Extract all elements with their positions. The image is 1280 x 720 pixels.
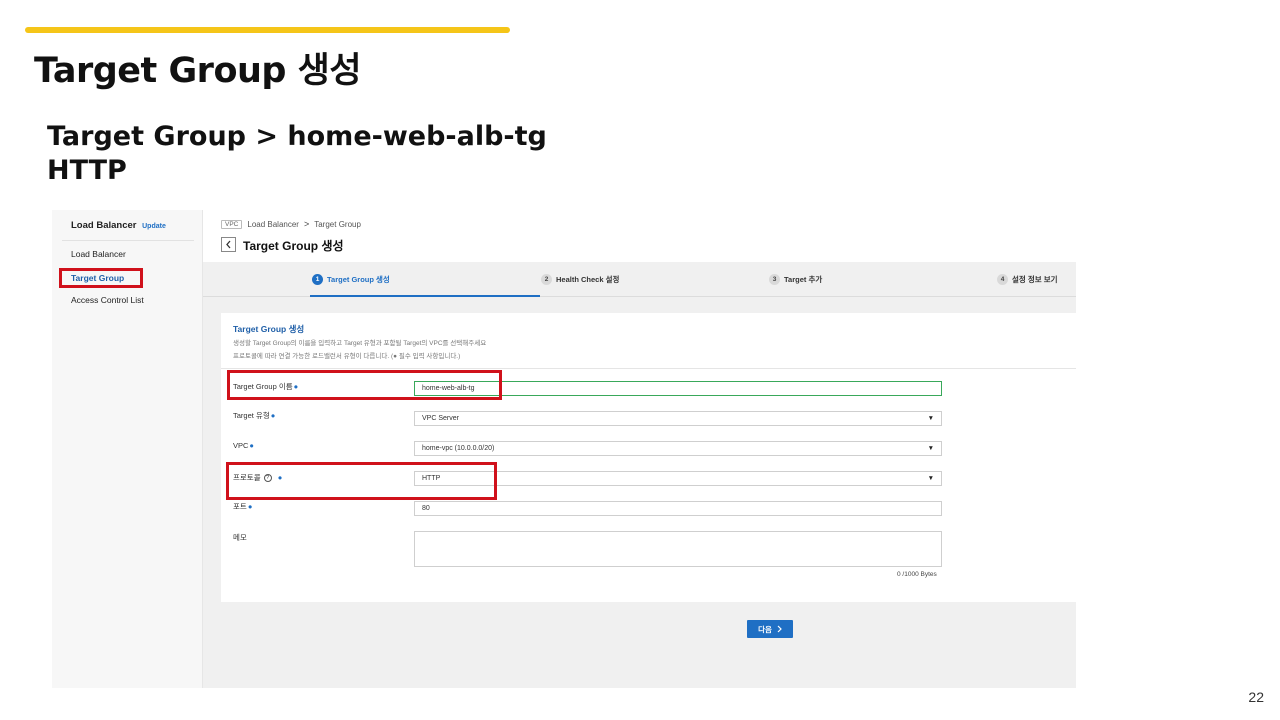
dropdown-caret-icon: ▼	[927, 415, 934, 422]
sidebar-item-load-balancer[interactable]: Load Balancer	[71, 249, 126, 259]
required-icon: ●	[249, 441, 254, 450]
vpc-select[interactable]: home-vpc (10.0.0.0/20) ▼	[414, 441, 942, 456]
step-2[interactable]: 2 Health Check 설정	[541, 274, 619, 285]
page-number: 22	[1248, 689, 1264, 705]
target-type-value: VPC Server	[422, 415, 459, 422]
target-type-label-text: Target 유형	[233, 411, 270, 420]
memo-label: 메모	[233, 533, 247, 542]
page-title: Target Group 생성	[243, 239, 344, 253]
required-icon: ●	[270, 411, 276, 420]
breadcrumb: VPC Load Balancer > Target Group	[221, 219, 361, 229]
panel-description-line-2: 프로토콜에 따라 연결 가능한 로드밸런서 유형이 다릅니다. (● 필수 입력…	[233, 353, 461, 360]
target-type-label: Target 유형●	[233, 410, 275, 421]
subtitle-line-2: HTTP	[47, 155, 127, 186]
vpc-label: VPC●	[233, 441, 254, 450]
dropdown-caret-icon: ▼	[927, 445, 934, 452]
breadcrumb-separator: >	[303, 219, 310, 229]
protocol-label: 프로토콜? ●	[233, 472, 282, 483]
breadcrumb-item-load-balancer[interactable]: Load Balancer	[247, 220, 299, 229]
required-icon: ●	[247, 502, 253, 511]
step-1[interactable]: 1 Target Group 생성	[312, 274, 390, 285]
target-type-select[interactable]: VPC Server ▼	[414, 411, 942, 426]
sidebar-title: Load Balancer Update	[71, 220, 166, 231]
breadcrumb-vpc-tag[interactable]: VPC	[221, 219, 243, 229]
help-icon[interactable]: ?	[263, 474, 272, 483]
step-number: 4	[997, 274, 1008, 285]
panel-description-line-1: 생성할 Target Group의 이름을 입력하고 Target 유형과 포함…	[233, 340, 487, 347]
breadcrumb-item-target-group[interactable]: Target Group	[314, 220, 361, 229]
next-button-label: 다음	[758, 624, 772, 634]
sidebar-item-target-group[interactable]: Target Group	[71, 273, 124, 283]
protocol-value: HTTP	[422, 475, 441, 482]
memo-textarea[interactable]	[414, 531, 942, 567]
panel-divider	[221, 368, 1076, 369]
vpc-value: home-vpc (10.0.0.0/20)	[422, 445, 495, 452]
protocol-select[interactable]: HTTP ▼	[414, 471, 942, 486]
main-content: VPC Load Balancer > Target Group Target …	[203, 210, 1076, 688]
dropdown-caret-icon: ▼	[927, 475, 934, 482]
accent-bar	[25, 27, 510, 33]
slide-subtitle: Target Group > home-web-alb-tg HTTP	[47, 120, 547, 188]
step-number: 1	[312, 274, 323, 285]
name-field-label: Target Group 이름●	[233, 381, 298, 392]
chevron-left-icon	[226, 240, 231, 249]
sidebar: Load Balancer Update Load Balancer Targe…	[52, 210, 203, 688]
step-number: 2	[541, 274, 552, 285]
port-label: 포트●	[233, 501, 252, 512]
step-label: Health Check 설정	[556, 275, 620, 284]
target-group-name-input[interactable]: home-web-alb-tg	[414, 381, 942, 396]
subtitle-line-1: Target Group > home-web-alb-tg	[47, 121, 547, 152]
chevron-right-icon	[777, 625, 782, 633]
required-icon: ●	[277, 473, 283, 482]
step-number: 3	[769, 274, 780, 285]
step-label: Target 추가	[784, 275, 823, 284]
panel-title: Target Group 생성	[233, 324, 305, 334]
step-4[interactable]: 4 설정 정보 보기	[997, 274, 1058, 285]
name-field-label-text: Target Group 이름	[233, 382, 293, 391]
byte-count: 0 /1000 Bytes	[897, 571, 937, 578]
slide-title: Target Group 생성	[34, 51, 362, 91]
back-button[interactable]	[221, 237, 236, 252]
step-label: 설정 정보 보기	[1012, 275, 1058, 284]
active-step-underline	[310, 295, 540, 297]
next-button[interactable]: 다음	[747, 620, 793, 638]
console-screenshot: Load Balancer Update Load Balancer Targe…	[52, 210, 1076, 688]
step-label: Target Group 생성	[327, 275, 390, 284]
port-input[interactable]: 80	[414, 501, 942, 516]
protocol-label-text: 프로토콜	[233, 473, 261, 482]
required-icon: ●	[293, 382, 299, 391]
stepper: 1 Target Group 생성 2 Health Check 설정 3 Ta…	[203, 262, 1076, 297]
update-badge[interactable]: Update	[142, 223, 166, 230]
port-label-text: 포트	[233, 502, 247, 511]
sidebar-item-access-control-list[interactable]: Access Control List	[71, 295, 144, 305]
sidebar-divider	[62, 240, 194, 241]
sidebar-title-text: Load Balancer	[71, 220, 137, 231]
step-3[interactable]: 3 Target 추가	[769, 274, 822, 285]
form-panel: Target Group 생성 생성할 Target Group의 이름을 입력…	[221, 313, 1076, 602]
vpc-label-text: VPC	[233, 441, 249, 450]
